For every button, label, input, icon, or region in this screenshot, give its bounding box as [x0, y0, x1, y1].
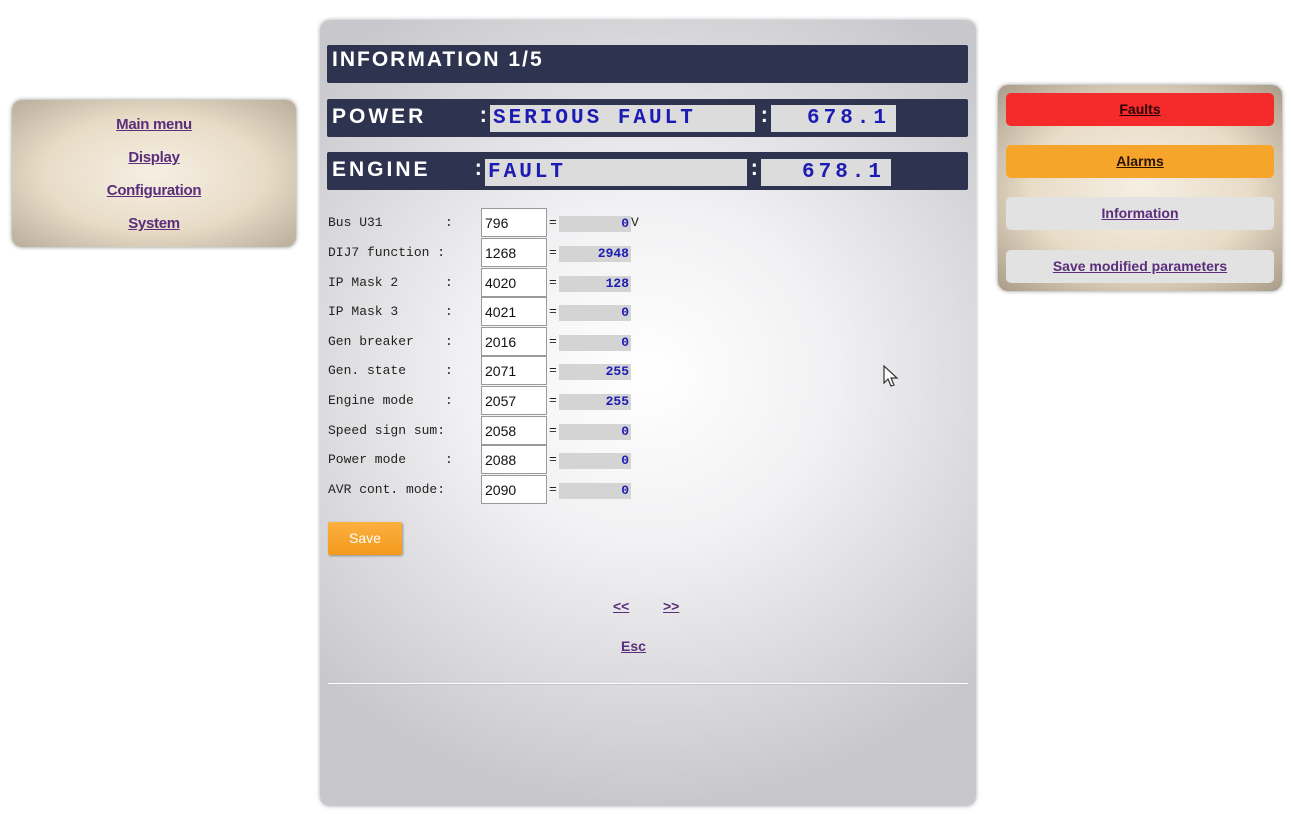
information-button[interactable]: Information — [1006, 197, 1274, 230]
previous-page-link[interactable]: << — [613, 598, 629, 614]
param-number-input[interactable] — [481, 238, 547, 267]
param-value: 0 — [559, 483, 631, 499]
param-equals: = — [549, 363, 557, 378]
divider — [328, 683, 968, 684]
param-equals: = — [549, 482, 557, 497]
escape-link[interactable]: Esc — [621, 638, 646, 654]
param-value: 255 — [559, 364, 631, 380]
param-value: 0 — [559, 216, 631, 232]
save-modified-parameters-button[interactable]: Save modified parameters — [1006, 250, 1274, 283]
page-title: INFORMATION 1/5 — [332, 48, 544, 71]
param-row: AVR cont. mode: = 0 — [328, 475, 968, 504]
param-row: Gen breaker : = 0 — [328, 327, 968, 356]
param-label: IP Mask 3 : — [328, 304, 453, 319]
param-number-input[interactable] — [481, 416, 547, 445]
power-status-bar: POWER : SERIOUS FAULT : 678.1 — [327, 99, 968, 137]
mouse-cursor-icon — [883, 365, 899, 387]
param-equals: = — [549, 452, 557, 467]
param-equals: = — [549, 245, 557, 260]
param-value: 0 — [559, 305, 631, 321]
param-number-input[interactable] — [481, 268, 547, 297]
engine-separator: : — [748, 159, 761, 182]
param-label: AVR cont. mode: — [328, 482, 446, 497]
param-number-input[interactable] — [481, 327, 547, 356]
param-equals: = — [549, 304, 557, 319]
nav-display[interactable]: Display — [12, 149, 296, 166]
engine-label: ENGINE — [332, 158, 431, 181]
param-equals: = — [549, 423, 557, 438]
param-equals: = — [549, 215, 557, 230]
param-number-input[interactable] — [481, 208, 547, 237]
param-row: IP Mask 2 : = 128 — [328, 268, 968, 297]
param-value: 2948 — [559, 246, 631, 262]
nav-configuration[interactable]: Configuration — [12, 182, 296, 199]
param-label: Power mode : — [328, 452, 453, 467]
param-unit: V — [631, 215, 639, 230]
param-label: DIJ7 function : — [328, 245, 446, 260]
param-row: Speed sign sum: = 0 — [328, 416, 968, 445]
param-label: Gen. state : — [328, 363, 453, 378]
param-value: 255 — [559, 394, 631, 410]
right-nav-panel: Faults Alarms Information Save modified … — [998, 85, 1282, 291]
param-equals: = — [549, 275, 557, 290]
param-label: Bus U31 : — [328, 215, 453, 230]
faults-button[interactable]: Faults — [1006, 93, 1274, 126]
param-value: 0 — [559, 453, 631, 469]
param-label: IP Mask 2 : — [328, 275, 453, 290]
next-page-link[interactable]: >> — [663, 598, 679, 614]
param-label: Gen breaker : — [328, 334, 453, 349]
nav-system[interactable]: System — [12, 215, 296, 232]
power-colon: : — [477, 106, 490, 129]
param-value: 0 — [559, 424, 631, 440]
param-number-input[interactable] — [481, 356, 547, 385]
param-label: Speed sign sum: — [328, 423, 446, 438]
power-separator: : — [758, 106, 771, 129]
param-equals: = — [549, 393, 557, 408]
param-row: IP Mask 3 : = 0 — [328, 297, 968, 326]
param-number-input[interactable] — [481, 475, 547, 504]
param-row: Power mode : = 0 — [328, 445, 968, 474]
param-number-input[interactable] — [481, 297, 547, 326]
nav-main-menu[interactable]: Main menu — [12, 116, 296, 133]
param-row: Engine mode : = 255 — [328, 386, 968, 415]
param-label: Engine mode : — [328, 393, 453, 408]
left-nav-panel: Main menu Display Configuration System — [12, 100, 296, 247]
engine-state: FAULT — [485, 159, 747, 186]
param-row: Gen. state : = 255 — [328, 356, 968, 385]
main-panel: INFORMATION 1/5 POWER : SERIOUS FAULT : … — [320, 20, 976, 806]
param-value: 128 — [559, 276, 631, 292]
param-value: 0 — [559, 335, 631, 351]
engine-colon: : — [472, 159, 485, 182]
power-label: POWER — [332, 105, 427, 128]
engine-status-bar: ENGINE : FAULT : 678.1 — [327, 152, 968, 190]
param-equals: = — [549, 334, 557, 349]
page-title-bar: INFORMATION 1/5 — [327, 45, 968, 83]
engine-value: 678.1 — [761, 159, 891, 186]
param-row: DIJ7 function : = 2948 — [328, 238, 968, 267]
power-state: SERIOUS FAULT — [490, 105, 755, 132]
alarms-button[interactable]: Alarms — [1006, 145, 1274, 178]
power-value: 678.1 — [771, 105, 896, 132]
param-row: Bus U31 : = 0 V — [328, 208, 968, 237]
param-number-input[interactable] — [481, 386, 547, 415]
param-number-input[interactable] — [481, 445, 547, 474]
save-button[interactable]: Save — [328, 522, 402, 555]
